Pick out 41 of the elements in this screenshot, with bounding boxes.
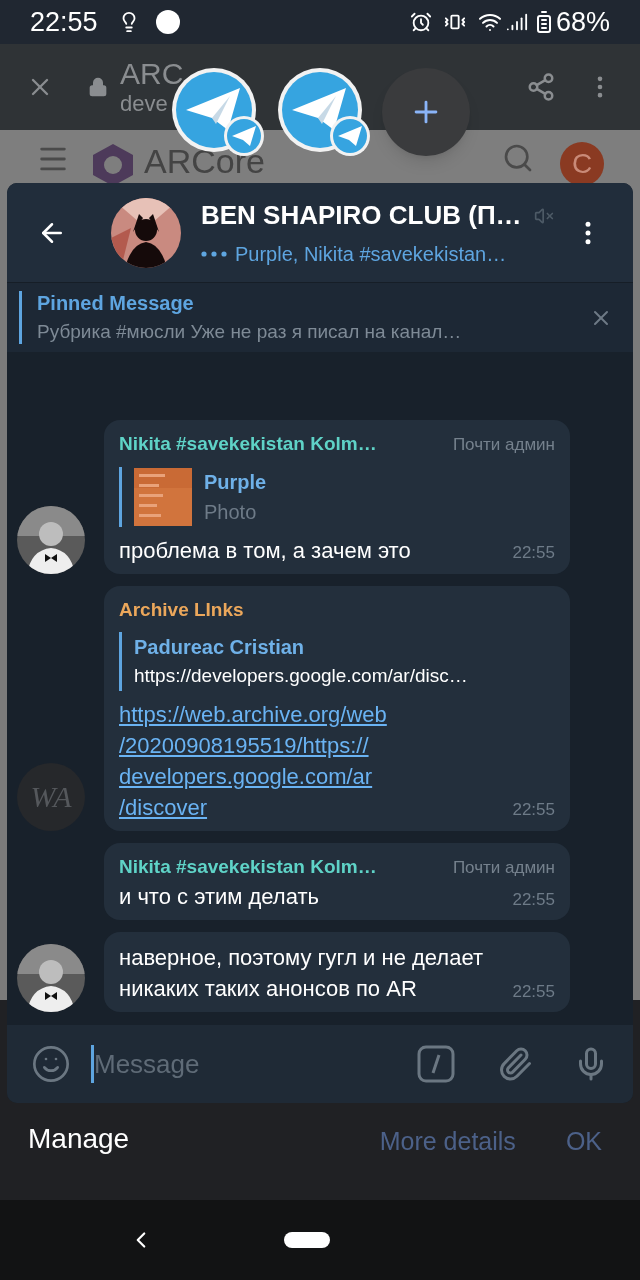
share-icon[interactable] <box>526 72 556 102</box>
message-text: проблема в том, а зачем это <box>119 536 411 565</box>
sender-name[interactable]: Nikita #savekekistan Kolm… <box>119 430 377 459</box>
sender-name[interactable]: Nikita #savekekistan Kolm… <box>119 852 377 881</box>
attach-icon[interactable] <box>497 1046 533 1082</box>
notification-title: Manage <box>28 1122 130 1156</box>
reply-preview[interactable]: Purple Photo <box>119 466 555 527</box>
status-time: 22:55 <box>30 5 98 39</box>
chat-title[interactable]: BEN SHAPIRO CLUB (П… <box>201 196 522 235</box>
reply-author: Padureac Cristian <box>134 635 306 660</box>
reply-author: Purple <box>204 469 267 495</box>
message-time: 22:55 <box>511 542 555 564</box>
reply-preview[interactable]: Padureac Cristian https://developers.google.com/ar/disc… <box>119 632 555 691</box>
commands-icon[interactable] <box>417 1045 455 1083</box>
page-url: deve <box>120 93 169 115</box>
emoji-icon[interactable] <box>31 1044 71 1084</box>
typing-status: Purple, Nikita #savekekistan… <box>235 242 507 267</box>
lock-icon <box>88 77 108 97</box>
message-text: наверное, поэтому гугл и не делает никаких таких анонсов по AR <box>119 944 484 1003</box>
typing-dots-icon <box>201 251 227 257</box>
message-link[interactable]: https://web.archive.org/web /20200908195519/https:// developers.google.com/ar /discover <box>119 698 387 823</box>
pinned-bar[interactable]: Pinned Message Рубрика #мюсли Уже не раз я писал на канал… <box>7 282 633 352</box>
message-time: 22:55 <box>511 799 555 821</box>
reply-text: Photo <box>204 499 258 525</box>
message-time: 22:55 <box>511 888 555 911</box>
search-icon[interactable] <box>502 142 534 174</box>
admin-title: Почти админ <box>452 856 555 879</box>
admin-title: Почти админ <box>452 434 555 456</box>
signal-icon <box>505 11 528 33</box>
site-name: ARCore <box>144 142 265 180</box>
battery-percent: 68% <box>555 5 610 39</box>
home-pill[interactable] <box>284 1232 330 1248</box>
pinned-label: Pinned Message <box>37 291 195 317</box>
alarm-icon <box>409 11 432 33</box>
page-title: ARC <box>120 59 184 89</box>
sender-name[interactable]: Archive LInks <box>119 595 244 624</box>
pinned-text: Рубрика #мюсли Уже не раз я писал на канал… <box>37 320 462 344</box>
message-time: 22:55 <box>511 980 555 1003</box>
message-text: и что с этим делать <box>119 883 319 911</box>
reply-text: https://developers.google.com/ar/disc… <box>134 664 468 688</box>
telegram-bubble-icon[interactable] <box>276 66 372 158</box>
